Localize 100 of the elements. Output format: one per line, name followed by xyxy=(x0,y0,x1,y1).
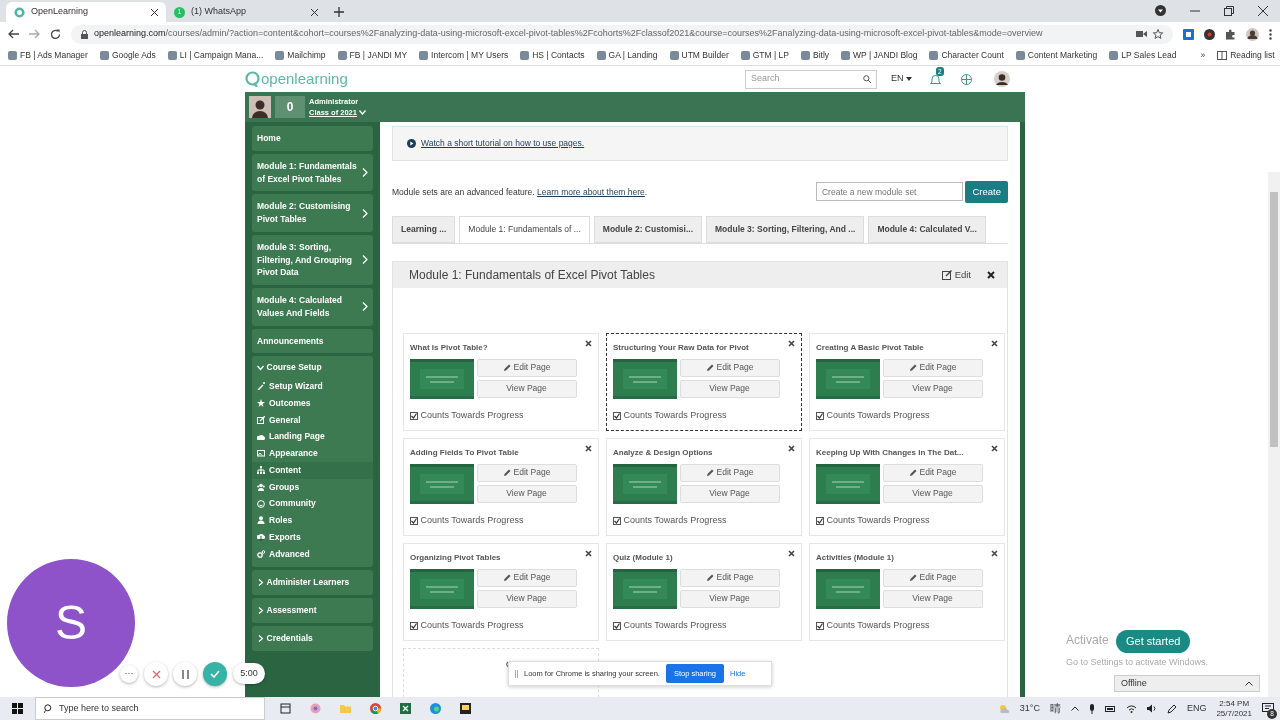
close-icon[interactable] xyxy=(788,444,795,452)
bookmark[interactable]: FB | JANDI MY xyxy=(337,49,408,62)
view-page-button[interactable]: View Page xyxy=(679,589,780,608)
task-view-icon[interactable] xyxy=(280,703,291,714)
bookmark[interactable]: WP | JANDI Blog xyxy=(841,49,918,62)
page-card[interactable]: Organizing Pivot Tables Edit Page View Page Counts Towards Progress xyxy=(403,542,599,641)
close-icon[interactable] xyxy=(991,444,998,452)
sidebar-subitem[interactable]: Setup Wizard xyxy=(252,378,373,395)
pause-button[interactable] xyxy=(173,662,197,686)
bookmark[interactable]: Intercom | MY Users xyxy=(419,49,509,62)
checkbox[interactable] xyxy=(613,621,621,630)
close-icon[interactable] xyxy=(311,8,318,16)
create-button[interactable]: Create xyxy=(965,180,1008,203)
address-field[interactable]: openlearning.com/courses/admin/?action=content&cohort=courses%2Fanalyzing-data-using-microsoft-excel-pivot-tables%2Fcohorts%2Fclassof2021&course=courses%2Fanalyzing-data-using-microsoft-excel-pivot-tables&mode=overview xyxy=(71,24,1173,44)
checkbox[interactable] xyxy=(816,516,824,525)
page-card[interactable]: Adding Fields To Pivot Table Edit Page View Page Counts Towards Progress xyxy=(403,437,599,536)
page-card[interactable]: Analyze & Design Options Edit Page View Page Counts Towards Progress xyxy=(606,437,802,536)
sidebar-subitem[interactable]: Roles xyxy=(252,512,373,529)
module-tab[interactable]: Module 4: Calculated V... xyxy=(868,216,986,243)
bookmark[interactable]: Bitly xyxy=(800,49,830,62)
battery-icon[interactable] xyxy=(1104,705,1116,712)
checkbox[interactable] xyxy=(410,621,418,630)
checkbox[interactable] xyxy=(613,411,621,420)
edit-page-button[interactable]: Edit Page xyxy=(882,358,983,377)
view-page-button[interactable]: View Page xyxy=(882,484,983,503)
edit-button[interactable]: Edit xyxy=(942,267,971,282)
scrollbar[interactable] xyxy=(1268,172,1280,697)
sidebar-subitem[interactable]: Advanced xyxy=(252,545,373,563)
close-icon[interactable] xyxy=(151,8,158,16)
tutorial-link[interactable]: Watch a short tutorial on how to use pages. xyxy=(421,137,585,150)
speaker-icon[interactable] xyxy=(1146,704,1157,713)
edit-page-button[interactable]: Edit Page xyxy=(476,358,577,377)
browser-tab[interactable]: OpenLearning xyxy=(6,2,166,22)
page-card[interactable]: Activities (Module 1) Edit Page View Page Counts Towards Progress xyxy=(809,542,1005,641)
new-tab-icon[interactable] xyxy=(334,7,344,17)
windows-start-icon[interactable] xyxy=(12,703,23,714)
edge-icon[interactable] xyxy=(430,703,441,714)
bookmark[interactable]: LP Sales Lead xyxy=(1109,49,1177,62)
module-tab[interactable]: Module 3: Sorting, Filtering, And ... xyxy=(706,216,865,243)
view-page-button[interactable]: View Page xyxy=(476,379,577,398)
sidebar-item[interactable]: Module 3: Sorting, Filtering, And Grouping Pivot Data xyxy=(252,234,373,285)
learn-more-link[interactable]: Learn more about them here xyxy=(537,186,645,197)
sidebar-subitem[interactable]: Outcomes xyxy=(252,394,373,412)
page-card[interactable]: Quiz (Module 1) Edit Page View Page Counts Towards Progress xyxy=(606,542,802,641)
sidebar-item[interactable]: Announcements xyxy=(252,328,373,354)
chrome-icon[interactable] xyxy=(370,703,381,714)
close-icon[interactable] xyxy=(987,270,995,279)
sidebar-subitem[interactable]: General xyxy=(252,411,373,429)
finish-button[interactable] xyxy=(203,662,227,686)
bookmark[interactable]: FB | Ads Manager xyxy=(8,49,88,62)
edit-page-button[interactable]: Edit Page xyxy=(882,568,983,587)
avatar-icon[interactable] xyxy=(994,71,1010,87)
close-icon[interactable] xyxy=(1258,5,1268,16)
chat-status-bar[interactable]: Offline xyxy=(1114,675,1260,692)
sticky-note-icon[interactable] xyxy=(460,703,471,714)
more-bookmarks-button[interactable]: » xyxy=(1200,49,1206,62)
chevron-up-icon[interactable] xyxy=(1070,706,1079,711)
sidebar-subitem[interactable]: Landing Page xyxy=(252,428,373,445)
sidebar-item[interactable]: Home xyxy=(252,126,373,151)
module-tab[interactable]: Learning ... xyxy=(392,216,456,243)
page-card[interactable]: Keeping Up With Changes In The Dat... Edit Page View Page Counts Towards Progress xyxy=(809,437,1005,536)
close-icon[interactable] xyxy=(991,339,998,347)
bookmark[interactable]: HS | Contacts xyxy=(520,49,585,62)
page-card[interactable]: What Is Pivot Table? Edit Page View Page Counts Towards Progress xyxy=(403,332,599,431)
reading-list-button[interactable]: Reading list xyxy=(1217,49,1275,62)
back-icon[interactable] xyxy=(8,29,19,39)
bookmark[interactable]: GTM | LP xyxy=(740,49,789,62)
checkbox[interactable] xyxy=(410,411,418,420)
edit-page-button[interactable]: Edit Page xyxy=(679,358,780,377)
close-icon[interactable] xyxy=(585,339,592,347)
checkbox[interactable] xyxy=(816,621,824,630)
view-page-button[interactable]: View Page xyxy=(476,589,577,608)
restore-icon[interactable] xyxy=(1224,5,1234,16)
close-icon[interactable] xyxy=(991,549,998,557)
close-icon[interactable] xyxy=(585,444,592,452)
module-tab[interactable]: Module 1: Fundamentals of ... xyxy=(459,216,590,243)
edit-page-button[interactable]: Edit Page xyxy=(679,568,780,587)
close-icon[interactable] xyxy=(585,549,592,557)
sidebar-subitem[interactable]: Groups xyxy=(252,478,373,496)
bookmark[interactable]: Mailchimp xyxy=(275,49,326,62)
more-button[interactable]: ··· xyxy=(120,665,138,683)
globe-icon[interactable] xyxy=(961,73,972,85)
sidebar-item[interactable]: Module 4: Calculated Values And Fields xyxy=(252,288,373,326)
edit-page-button[interactable]: Edit Page xyxy=(679,463,780,482)
close-icon[interactable] xyxy=(788,549,795,557)
view-page-button[interactable]: View Page xyxy=(882,589,983,608)
microphone-icon[interactable] xyxy=(1088,703,1095,714)
view-page-button[interactable]: View Page xyxy=(882,379,983,398)
checkbox[interactable] xyxy=(613,516,621,525)
page-card[interactable]: Creating A Basic Pivot Table Edit Page View Page Counts Towards Progress xyxy=(809,332,1005,431)
module-set-field[interactable]: Create a new module set xyxy=(816,182,963,202)
close-icon[interactable] xyxy=(788,339,795,347)
bookmark[interactable]: Character Count xyxy=(929,49,1004,62)
sidebar-subitem[interactable]: Content xyxy=(252,461,373,479)
bookmark[interactable]: Content Marketing xyxy=(1015,49,1098,62)
spreadsheet-icon[interactable] xyxy=(400,703,411,714)
bookmark[interactable]: LI | Campaign Mana... xyxy=(167,49,264,62)
get-started-button[interactable]: Get started xyxy=(1116,630,1191,653)
module-tab[interactable]: Module 2: Customisi... xyxy=(593,216,702,243)
pen-icon[interactable] xyxy=(1166,703,1177,714)
